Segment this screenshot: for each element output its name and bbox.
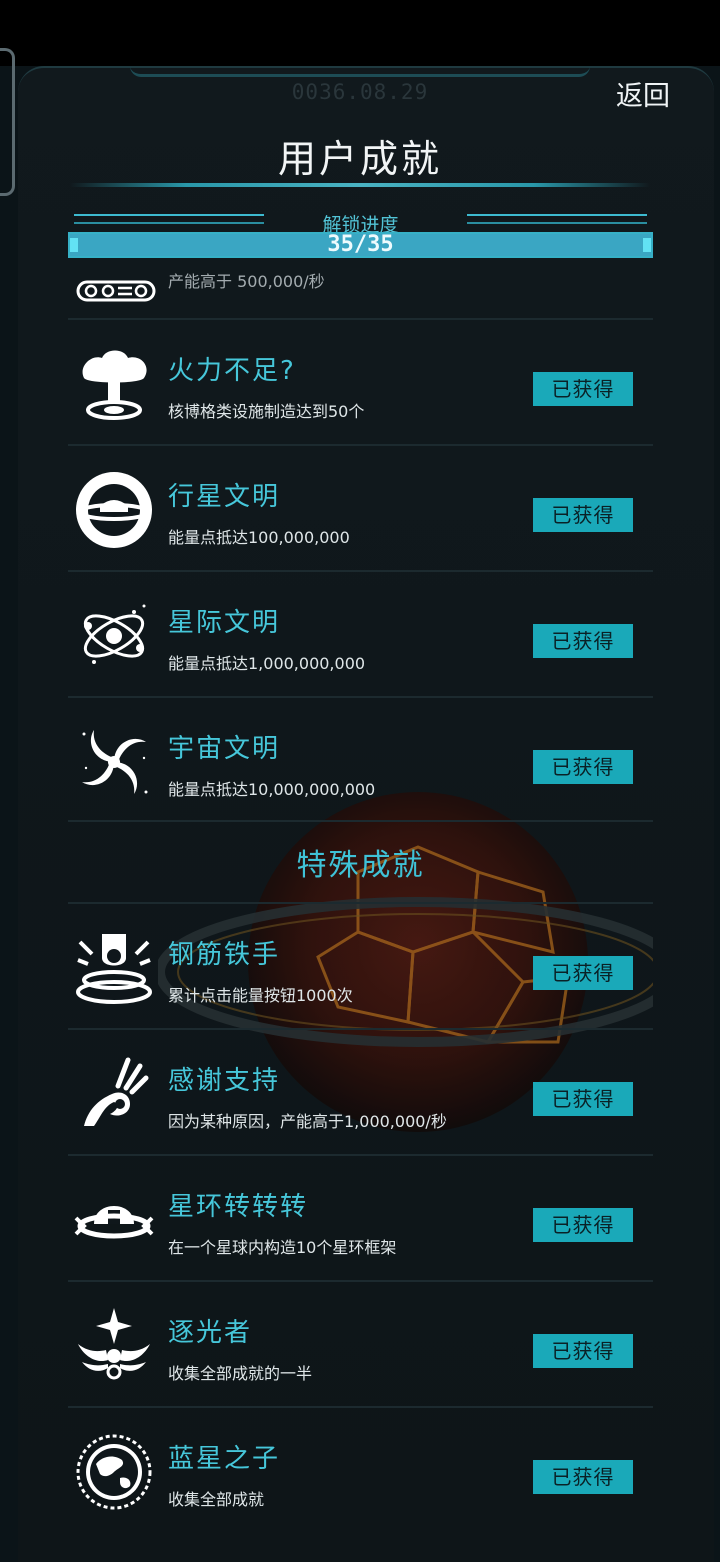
achievement-name: 逐光者 (168, 1318, 253, 1348)
achievement-row[interactable]: 星环转转转 在一个星球内构造10个星环框架 已获得 (68, 1154, 653, 1282)
achievement-name: 宇宙文明 (168, 734, 281, 764)
achievement-desc: 能量点抵达10,000,000,000 (168, 780, 376, 799)
status-bar-area (0, 0, 720, 66)
achievement-desc: 在一个星球内构造10个星环框架 (168, 1238, 397, 1257)
partial-achievement-row: 产能高于 500,000/秒 (68, 262, 653, 318)
unlock-progress: 解锁进度 35/35 (68, 210, 653, 258)
progress-text: 35/35 (327, 232, 394, 257)
achievement-name: 钢筋铁手 (168, 940, 281, 970)
achievement-desc: 收集全部成就的一半 (168, 1364, 313, 1383)
achievement-name: 星际文明 (168, 608, 281, 638)
achievement-desc: 能量点抵达100,000,000 (168, 528, 350, 547)
achievement-status-badge: 已获得 (533, 1082, 633, 1116)
section-title: 特殊成就 (296, 848, 425, 883)
ok-hand-icon (84, 1057, 149, 1126)
achievement-desc: 能量点抵达1,000,000,000 (168, 654, 366, 673)
achievement-row[interactable]: 宇宙文明 能量点抵达10,000,000,000 已获得 (68, 696, 653, 824)
achievement-status-badge: 已获得 (533, 1334, 633, 1368)
achievement-row[interactable]: 蓝星之子 收集全部成就 已获得 (68, 1406, 653, 1534)
conveyor-icon (76, 280, 156, 302)
atom-orbit-icon (83, 604, 146, 664)
achievement-status-badge: 已获得 (533, 372, 633, 406)
page-title: 用户成就 (277, 137, 442, 181)
achievement-status-badge: 已获得 (533, 956, 633, 990)
achievement-status-badge: 已获得 (533, 498, 633, 532)
achievement-name: 蓝星之子 (168, 1444, 281, 1474)
achievement-row[interactable]: 逐光者 收集全部成就的一半 已获得 (68, 1280, 653, 1408)
achievement-row[interactable]: 感谢支持 因为某种原因，产能高于1,000,000/秒 已获得 (68, 1028, 653, 1156)
achievement-desc: 收集全部成就 (168, 1490, 265, 1509)
achievement-status-badge: 已获得 (533, 1460, 633, 1494)
achievement-row[interactable]: 星际文明 能量点抵达1,000,000,000 已获得 (68, 570, 653, 698)
achievement-desc: 累计点击能量按钮1000次 (168, 986, 353, 1005)
achievement-name: 行星文明 (168, 482, 281, 512)
mushroom-cloud-icon (82, 350, 147, 420)
achievement-row[interactable]: 火力不足? 核博格类设施制造达到50个 已获得 (68, 318, 653, 446)
achievement-list[interactable]: 产能高于 500,000/秒 火力不足? 核博格类设施制造达到50个 已获得 行… (68, 262, 653, 1560)
achievement-status-badge: 已获得 (533, 1208, 633, 1242)
ring-frame-icon (74, 1206, 154, 1239)
achievement-status-badge: 已获得 (533, 624, 633, 658)
achievement-name: 感谢支持 (168, 1066, 281, 1096)
panel-top-tab-decoration (130, 66, 590, 77)
title-divider (70, 183, 650, 187)
achievement-desc: 因为某种原因，产能高于1,000,000/秒 (168, 1112, 447, 1131)
back-button[interactable]: 返回 (616, 74, 670, 113)
achievement-desc: 核博格类设施制造达到50个 (168, 402, 365, 421)
game-date: 0036.08.29 (291, 80, 429, 104)
earth-emblem-icon (76, 1434, 152, 1510)
pressing-button-icon (76, 934, 152, 1004)
achievement-row[interactable]: 钢筋铁手 累计点击能量按钮1000次 已获得 (68, 902, 653, 1030)
planet-icon (76, 472, 152, 548)
winged-star-icon (78, 1308, 150, 1380)
special-achievements-header: 特殊成就 (68, 820, 653, 902)
achievement-name: 火力不足? (168, 356, 296, 386)
spiral-galaxy-icon (82, 730, 148, 794)
achievement-row[interactable]: 行星文明 能量点抵达100,000,000 已获得 (68, 444, 653, 572)
achievement-status-badge: 已获得 (533, 750, 633, 784)
progress-bar: 35/35 (68, 232, 653, 258)
partial-achievement-desc: 产能高于 500,000/秒 (168, 272, 325, 291)
achievement-name: 星环转转转 (168, 1192, 309, 1222)
